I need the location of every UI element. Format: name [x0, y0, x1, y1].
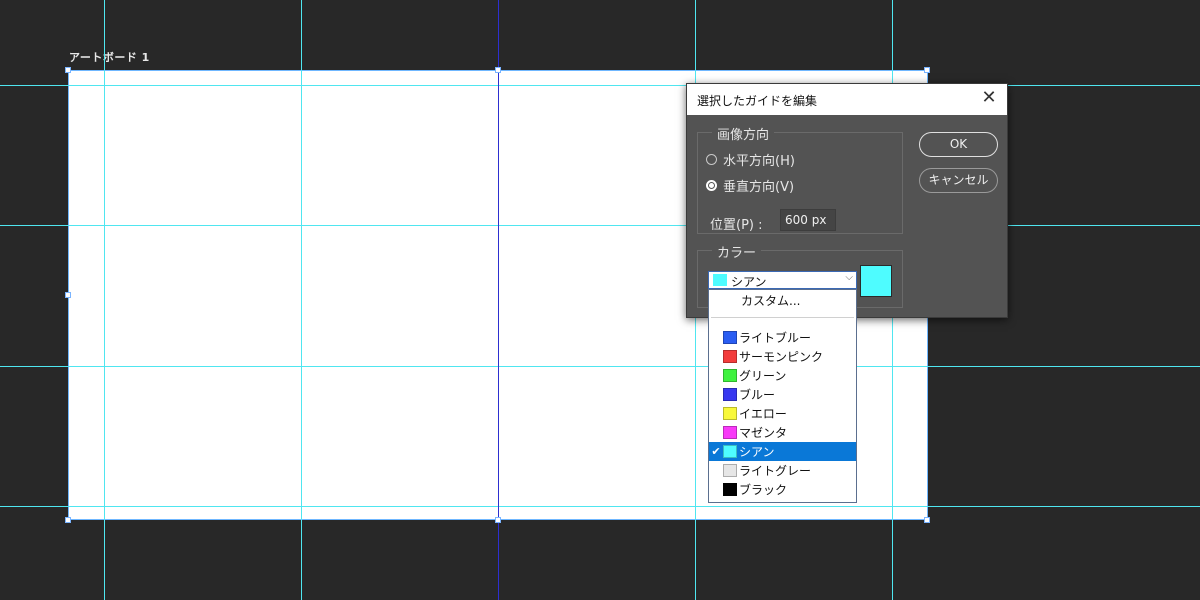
- artboard-handle[interactable]: [495, 67, 501, 73]
- guide-horizontal[interactable]: [0, 506, 1200, 507]
- color-swatch: [723, 388, 737, 401]
- dropdown-item[interactable]: ブルー: [709, 385, 856, 404]
- chevron-down-icon[interactable]: ⌵: [845, 272, 853, 283]
- radio-horizontal-icon[interactable]: [706, 154, 717, 165]
- dropdown-item-label: シアン: [739, 445, 775, 459]
- position-label: 位置(P) :: [710, 218, 763, 233]
- color-dropdown-list: カスタム... ライトブルー サーモンピンク グリーン ブルー イエロー マゼン…: [708, 289, 857, 503]
- dropdown-item-label: イエロー: [739, 407, 787, 421]
- ok-button[interactable]: OK: [919, 132, 998, 157]
- dropdown-item[interactable]: サーモンピンク: [709, 347, 856, 366]
- color-select-value: シアン: [731, 275, 767, 289]
- artboard-label: アートボード 1: [69, 51, 150, 64]
- dropdown-item[interactable]: ライトグレー: [709, 461, 856, 480]
- dropdown-item[interactable]: イエロー: [709, 404, 856, 423]
- orientation-legend: 画像方向: [712, 124, 775, 143]
- dropdown-item-label: ライトグレー: [739, 464, 812, 478]
- color-select[interactable]: シアン ⌵: [708, 271, 857, 289]
- color-swatch: [723, 407, 737, 420]
- dropdown-item-label: ブルー: [739, 388, 776, 402]
- artboard-handle[interactable]: [924, 67, 930, 73]
- radio-vertical[interactable]: 垂直方向(V): [706, 176, 794, 195]
- cancel-button[interactable]: キャンセル: [919, 168, 998, 193]
- dropdown-item-label: マゼンタ: [739, 426, 788, 440]
- guide-vertical[interactable]: [104, 0, 105, 600]
- color-swatch: [723, 464, 737, 477]
- check-icon: ✔: [711, 445, 721, 458]
- color-swatch: [723, 426, 737, 439]
- dropdown-item-custom[interactable]: カスタム...: [741, 292, 800, 309]
- guide-vertical[interactable]: [301, 0, 302, 600]
- artboard-handle[interactable]: [65, 517, 71, 523]
- artboard-handle[interactable]: [495, 517, 501, 523]
- radio-vertical-label: 垂直方向(V): [723, 180, 795, 195]
- dropdown-item-label: ブラック: [739, 483, 788, 497]
- guide-vertical-selected[interactable]: [498, 0, 499, 600]
- dropdown-item-label: ライトブルー: [739, 331, 812, 345]
- radio-horizontal-label: 水平方向(H): [723, 154, 795, 169]
- dropdown-item[interactable]: ライトブルー: [709, 328, 856, 347]
- dialog-titlebar[interactable]: 選択したガイドを編集 ✕: [687, 84, 1007, 115]
- dropdown-item[interactable]: マゼンタ: [709, 423, 856, 442]
- color-swatch: [713, 274, 727, 286]
- color-legend: カラー: [712, 242, 762, 261]
- position-input[interactable]: 600 px: [780, 209, 836, 231]
- guide-horizontal[interactable]: [0, 366, 1200, 367]
- dropdown-item[interactable]: グリーン: [709, 366, 856, 385]
- artboard-handle[interactable]: [924, 517, 930, 523]
- artboard-handle[interactable]: [65, 67, 71, 73]
- color-swatch: [723, 445, 737, 458]
- radio-horizontal[interactable]: 水平方向(H): [706, 150, 795, 169]
- close-icon[interactable]: ✕: [979, 88, 999, 108]
- color-swatch: [723, 483, 737, 496]
- color-swatch: [723, 350, 737, 363]
- guide-horizontal[interactable]: [0, 85, 1200, 86]
- dropdown-separator: [711, 317, 854, 318]
- dropdown-item[interactable]: ブラック: [709, 480, 856, 499]
- dropdown-item-label: グリーン: [739, 369, 787, 383]
- dropdown-item-selected[interactable]: ✔ シアン: [709, 442, 856, 461]
- color-preview-swatch[interactable]: [860, 265, 892, 297]
- color-swatch: [723, 331, 737, 344]
- artboard-handle[interactable]: [65, 292, 71, 298]
- dropdown-item-label: サーモンピンク: [739, 350, 824, 364]
- guide-horizontal[interactable]: [0, 225, 1200, 226]
- orientation-group: 画像方向 水平方向(H) 垂直方向(V) 位置(P) : 600 px: [697, 124, 903, 234]
- dialog-title: 選択したガイドを編集: [697, 94, 818, 108]
- color-swatch: [723, 369, 737, 382]
- radio-vertical-icon[interactable]: [706, 180, 717, 191]
